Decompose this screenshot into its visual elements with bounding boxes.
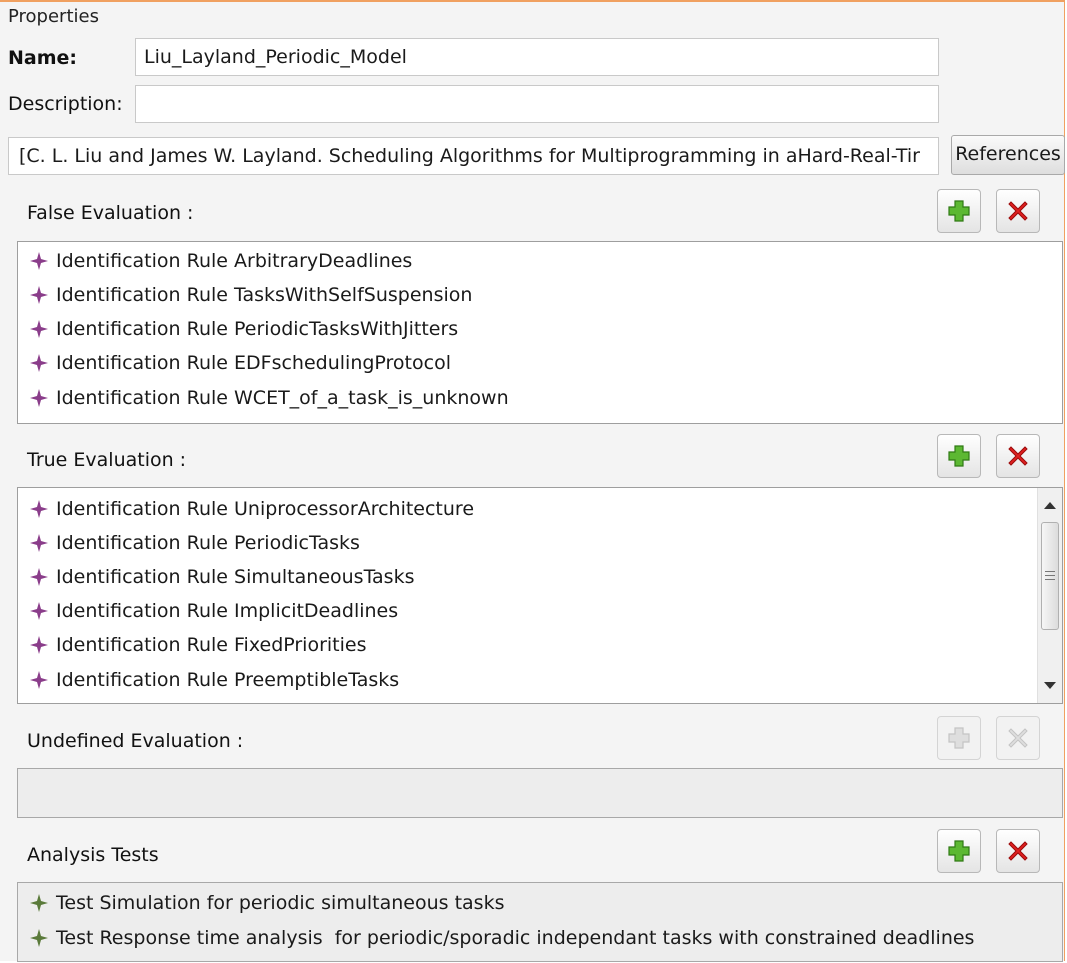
- false-remove-button[interactable]: [996, 189, 1040, 233]
- purple-star-icon: [30, 500, 48, 518]
- grip-line: [1045, 575, 1055, 576]
- undefined-evaluation-label: Undefined Evaluation :: [27, 730, 244, 752]
- list-item[interactable]: Identification Rule FixedPriorities: [30, 628, 367, 662]
- true-evaluation-list: Identification Rule UniprocessorArchitec…: [17, 487, 1063, 704]
- name-field[interactable]: Liu_Layland_Periodic_Model: [135, 38, 939, 76]
- list-item[interactable]: Identification Rule ArbitraryDeadlines: [30, 244, 412, 278]
- description-field[interactable]: [135, 85, 939, 123]
- purple-star-icon: [30, 636, 48, 654]
- red-x-icon: [1008, 446, 1028, 466]
- list-item[interactable]: Identification Rule EDFschedulingProtoco…: [30, 346, 451, 380]
- true-remove-button[interactable]: [996, 434, 1040, 478]
- grip-line: [1045, 579, 1055, 580]
- list-item-label: Identification Rule UniprocessorArchitec…: [56, 498, 475, 520]
- scroll-down-arrow-icon[interactable]: [1044, 682, 1056, 689]
- scroll-up-arrow-icon[interactable]: [1044, 502, 1056, 509]
- list-item-label: Identification Rule TasksWithSelfSuspens…: [56, 284, 473, 306]
- list-item[interactable]: Identification Rule ImplicitDeadlines: [30, 594, 398, 628]
- red-x-icon: [1008, 728, 1028, 748]
- reference-field[interactable]: [C. L. Liu and James W. Layland. Schedul…: [8, 137, 939, 175]
- purple-star-icon: [30, 286, 48, 304]
- list-item[interactable]: Identification Rule TasksWithSelfSuspens…: [30, 278, 472, 312]
- scrollbar-thumb[interactable]: [1041, 522, 1059, 630]
- undefined-remove-button[interactable]: [996, 716, 1040, 760]
- list-item-label: Identification Rule PeriodicTasks: [56, 532, 360, 554]
- list-item[interactable]: Identification Rule UniprocessorArchitec…: [30, 492, 474, 526]
- tests-add-button[interactable]: [937, 829, 981, 873]
- undefined-add-button[interactable]: [937, 716, 981, 760]
- name-label: Name:: [8, 47, 78, 69]
- false-evaluation-label: False Evaluation :: [27, 202, 194, 224]
- grip-line: [1045, 571, 1055, 572]
- list-item-label: Identification Rule WCET_of_a_task_is_un…: [56, 387, 509, 409]
- red-x-icon: [1008, 841, 1028, 861]
- green-star-icon: [30, 929, 48, 947]
- tests-remove-button[interactable]: [996, 829, 1040, 873]
- list-item[interactable]: Test Response time analysis for periodic…: [30, 921, 974, 955]
- list-item-label: Test Response time analysis for periodic…: [56, 927, 975, 949]
- analysis-tests-label: Analysis Tests: [27, 844, 159, 866]
- list-item-label: Test Simulation for periodic simultaneou…: [56, 892, 505, 914]
- list-item-label: Identification Rule PreemptibleTasks: [56, 669, 400, 691]
- list-item-label: Identification Rule EDFschedulingProtoco…: [56, 352, 451, 374]
- analysis-tests-list: Test Simulation for periodic simultaneou…: [17, 882, 1063, 962]
- purple-star-icon: [30, 354, 48, 372]
- list-item[interactable]: Identification Rule PeriodicTasksWithJit…: [30, 312, 458, 346]
- purple-star-icon: [30, 568, 48, 586]
- list-item-label: Identification Rule FixedPriorities: [56, 634, 367, 656]
- list-item[interactable]: Identification Rule PreemptibleTasks: [30, 663, 399, 697]
- purple-star-icon: [30, 252, 48, 270]
- description-label: Description:: [8, 93, 123, 115]
- red-x-icon: [1008, 201, 1028, 221]
- green-star-icon: [30, 894, 48, 912]
- true-add-button[interactable]: [937, 434, 981, 478]
- green-plus-icon: [948, 840, 970, 862]
- false-add-button[interactable]: [937, 189, 981, 233]
- false-evaluation-list: Identification Rule ArbitraryDeadlines I…: [17, 241, 1063, 424]
- list-item-label: Identification Rule ArbitraryDeadlines: [56, 250, 413, 272]
- green-plus-icon: [948, 445, 970, 467]
- purple-star-icon: [30, 389, 48, 407]
- purple-star-icon: [30, 534, 48, 552]
- list-item-label: Identification Rule SimultaneousTasks: [56, 566, 415, 588]
- list-item[interactable]: Identification Rule PeriodicTasks: [30, 526, 360, 560]
- undefined-evaluation-list: [17, 768, 1063, 818]
- list-item-label: Identification Rule PeriodicTasksWithJit…: [56, 318, 459, 340]
- list-item[interactable]: Test Simulation for periodic simultaneou…: [30, 886, 505, 920]
- list-item-label: Identification Rule ImplicitDeadlines: [56, 600, 399, 622]
- green-plus-icon: [948, 200, 970, 222]
- green-plus-icon: [948, 727, 970, 749]
- purple-star-icon: [30, 320, 48, 338]
- list-item[interactable]: Identification Rule SimultaneousTasks: [30, 560, 414, 594]
- references-button[interactable]: References: [951, 135, 1065, 175]
- panel-title: Properties: [8, 6, 99, 27]
- list-item[interactable]: Identification Rule WCET_of_a_task_is_un…: [30, 381, 509, 415]
- vertical-scrollbar[interactable]: [1037, 488, 1062, 703]
- purple-star-icon: [30, 602, 48, 620]
- properties-panel: Properties Name: Liu_Layland_Periodic_Mo…: [0, 0, 1065, 962]
- true-evaluation-label: True Evaluation :: [27, 449, 187, 471]
- purple-star-icon: [30, 671, 48, 689]
